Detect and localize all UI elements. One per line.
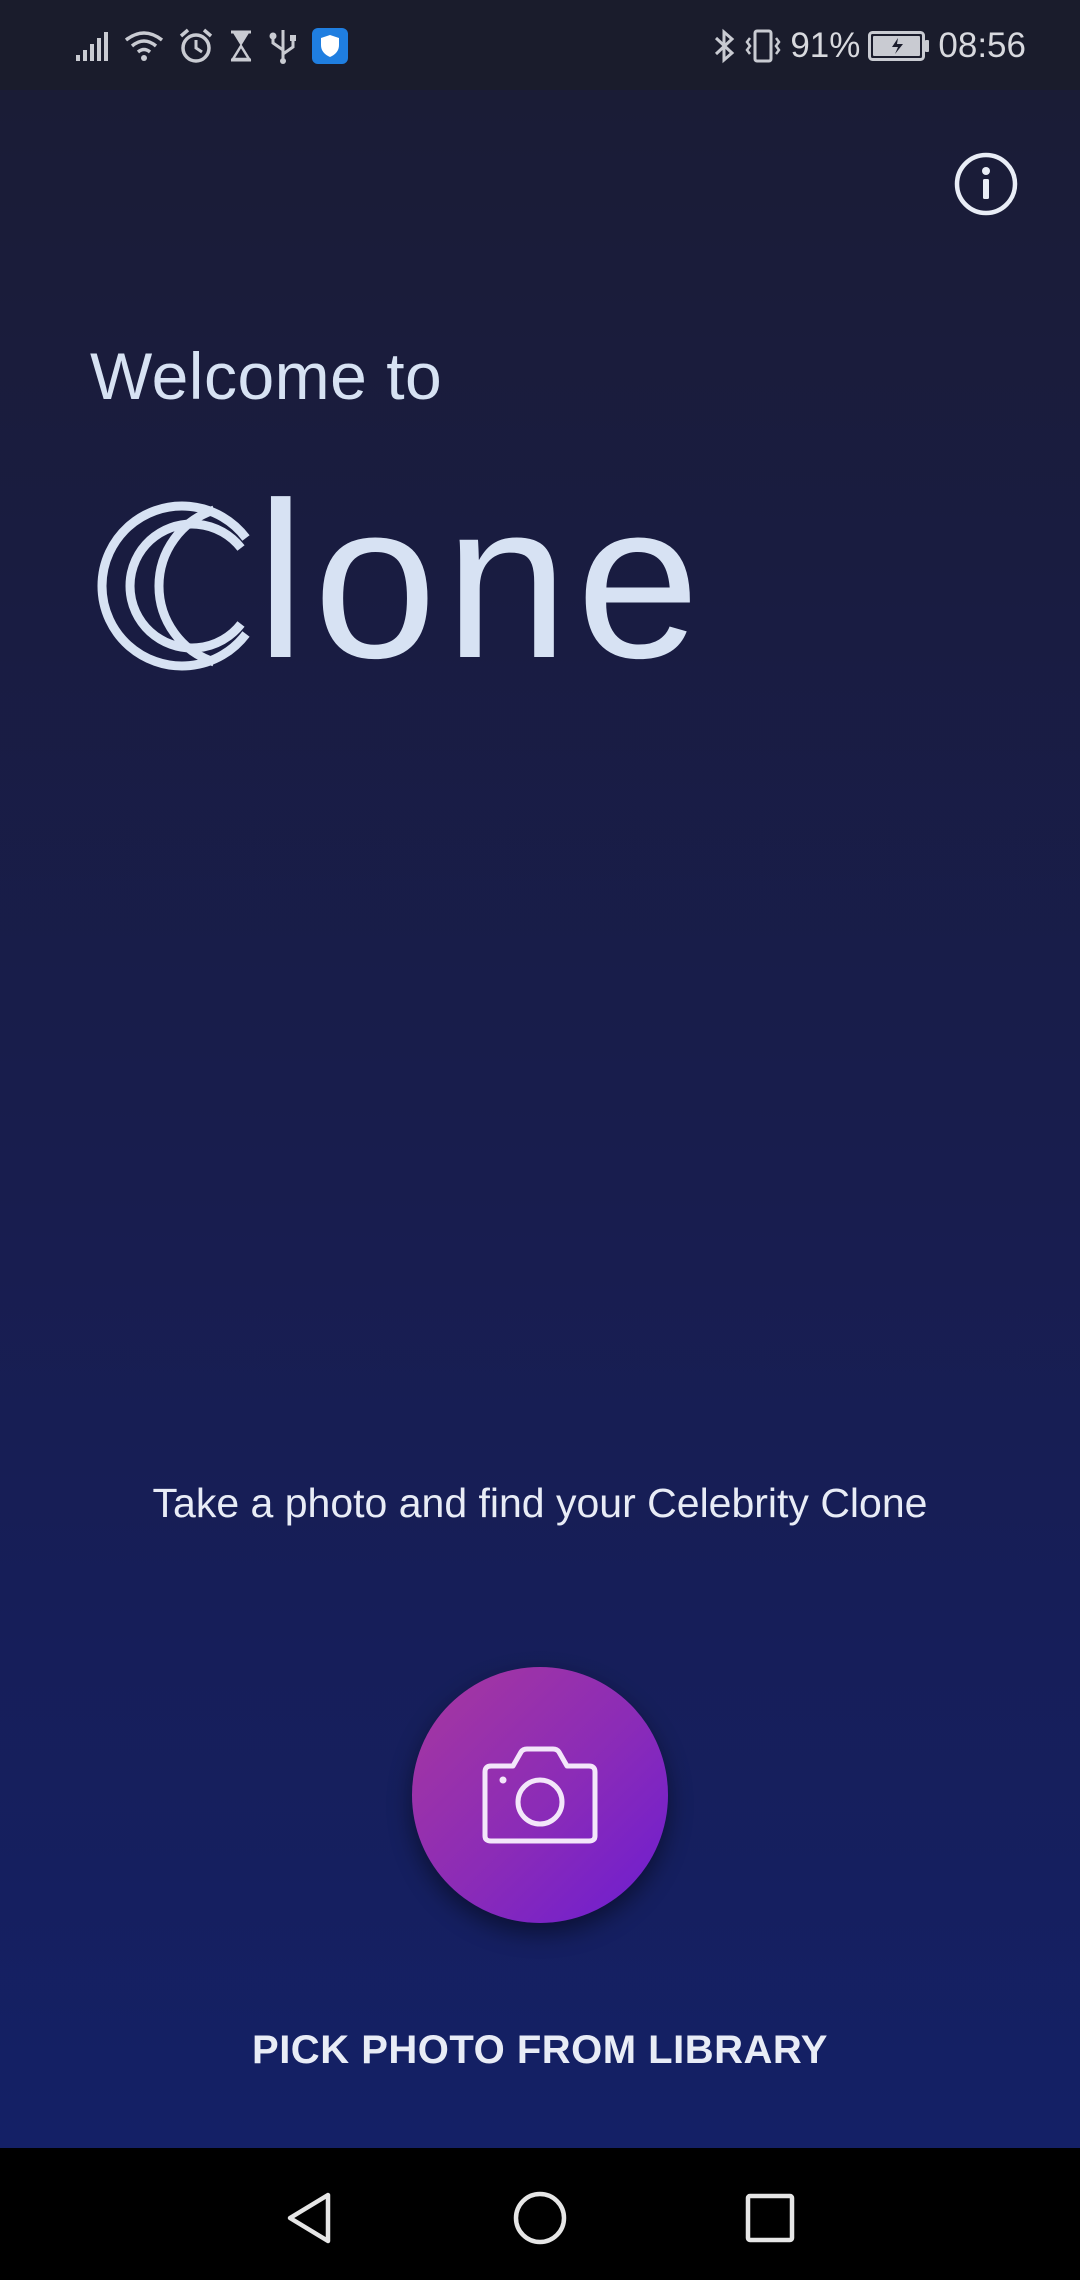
info-icon (954, 152, 1018, 216)
signal-icon (76, 31, 110, 61)
navigation-bar (0, 2148, 1080, 2280)
hourglass-icon (228, 30, 254, 62)
welcome-heading: Welcome to (90, 339, 443, 413)
take-photo-button[interactable] (412, 1667, 668, 1923)
status-bar: 91% 08:56 (0, 0, 1080, 90)
app-content: Welcome to lone Take a photo and find yo… (0, 90, 1080, 2148)
clone-logo: lone (86, 457, 708, 705)
info-button[interactable] (954, 152, 1018, 216)
recents-icon (745, 2193, 795, 2243)
battery-percent: 91% (790, 26, 861, 65)
wifi-icon (124, 30, 164, 62)
vibrate-icon (744, 28, 782, 64)
shield-app-icon (312, 28, 348, 64)
tagline: Take a photo and find your Celebrity Clo… (152, 1480, 928, 1526)
status-icons-left (76, 24, 348, 68)
back-icon (287, 2192, 331, 2244)
screen: 91% 08:56 Welcome to lone Take a photo a… (0, 0, 1080, 2280)
home-icon (513, 2191, 567, 2245)
status-icons-right: 91% 08:56 (712, 24, 1026, 68)
alarm-icon (178, 28, 214, 64)
recents-button[interactable] (742, 2190, 798, 2246)
clone-logo-mark (97, 501, 250, 671)
bluetooth-icon (712, 28, 736, 64)
home-button[interactable] (512, 2190, 568, 2246)
battery-icon (868, 31, 930, 61)
usb-icon (268, 28, 298, 64)
clock: 08:56 (938, 26, 1026, 65)
clone-logo-wordmark: lone (256, 457, 708, 705)
back-button[interactable] (282, 2190, 338, 2246)
pick-photo-from-library-button[interactable]: PICK PHOTO FROM LIBRARY (0, 2028, 1080, 2073)
camera-icon (482, 1746, 598, 1844)
